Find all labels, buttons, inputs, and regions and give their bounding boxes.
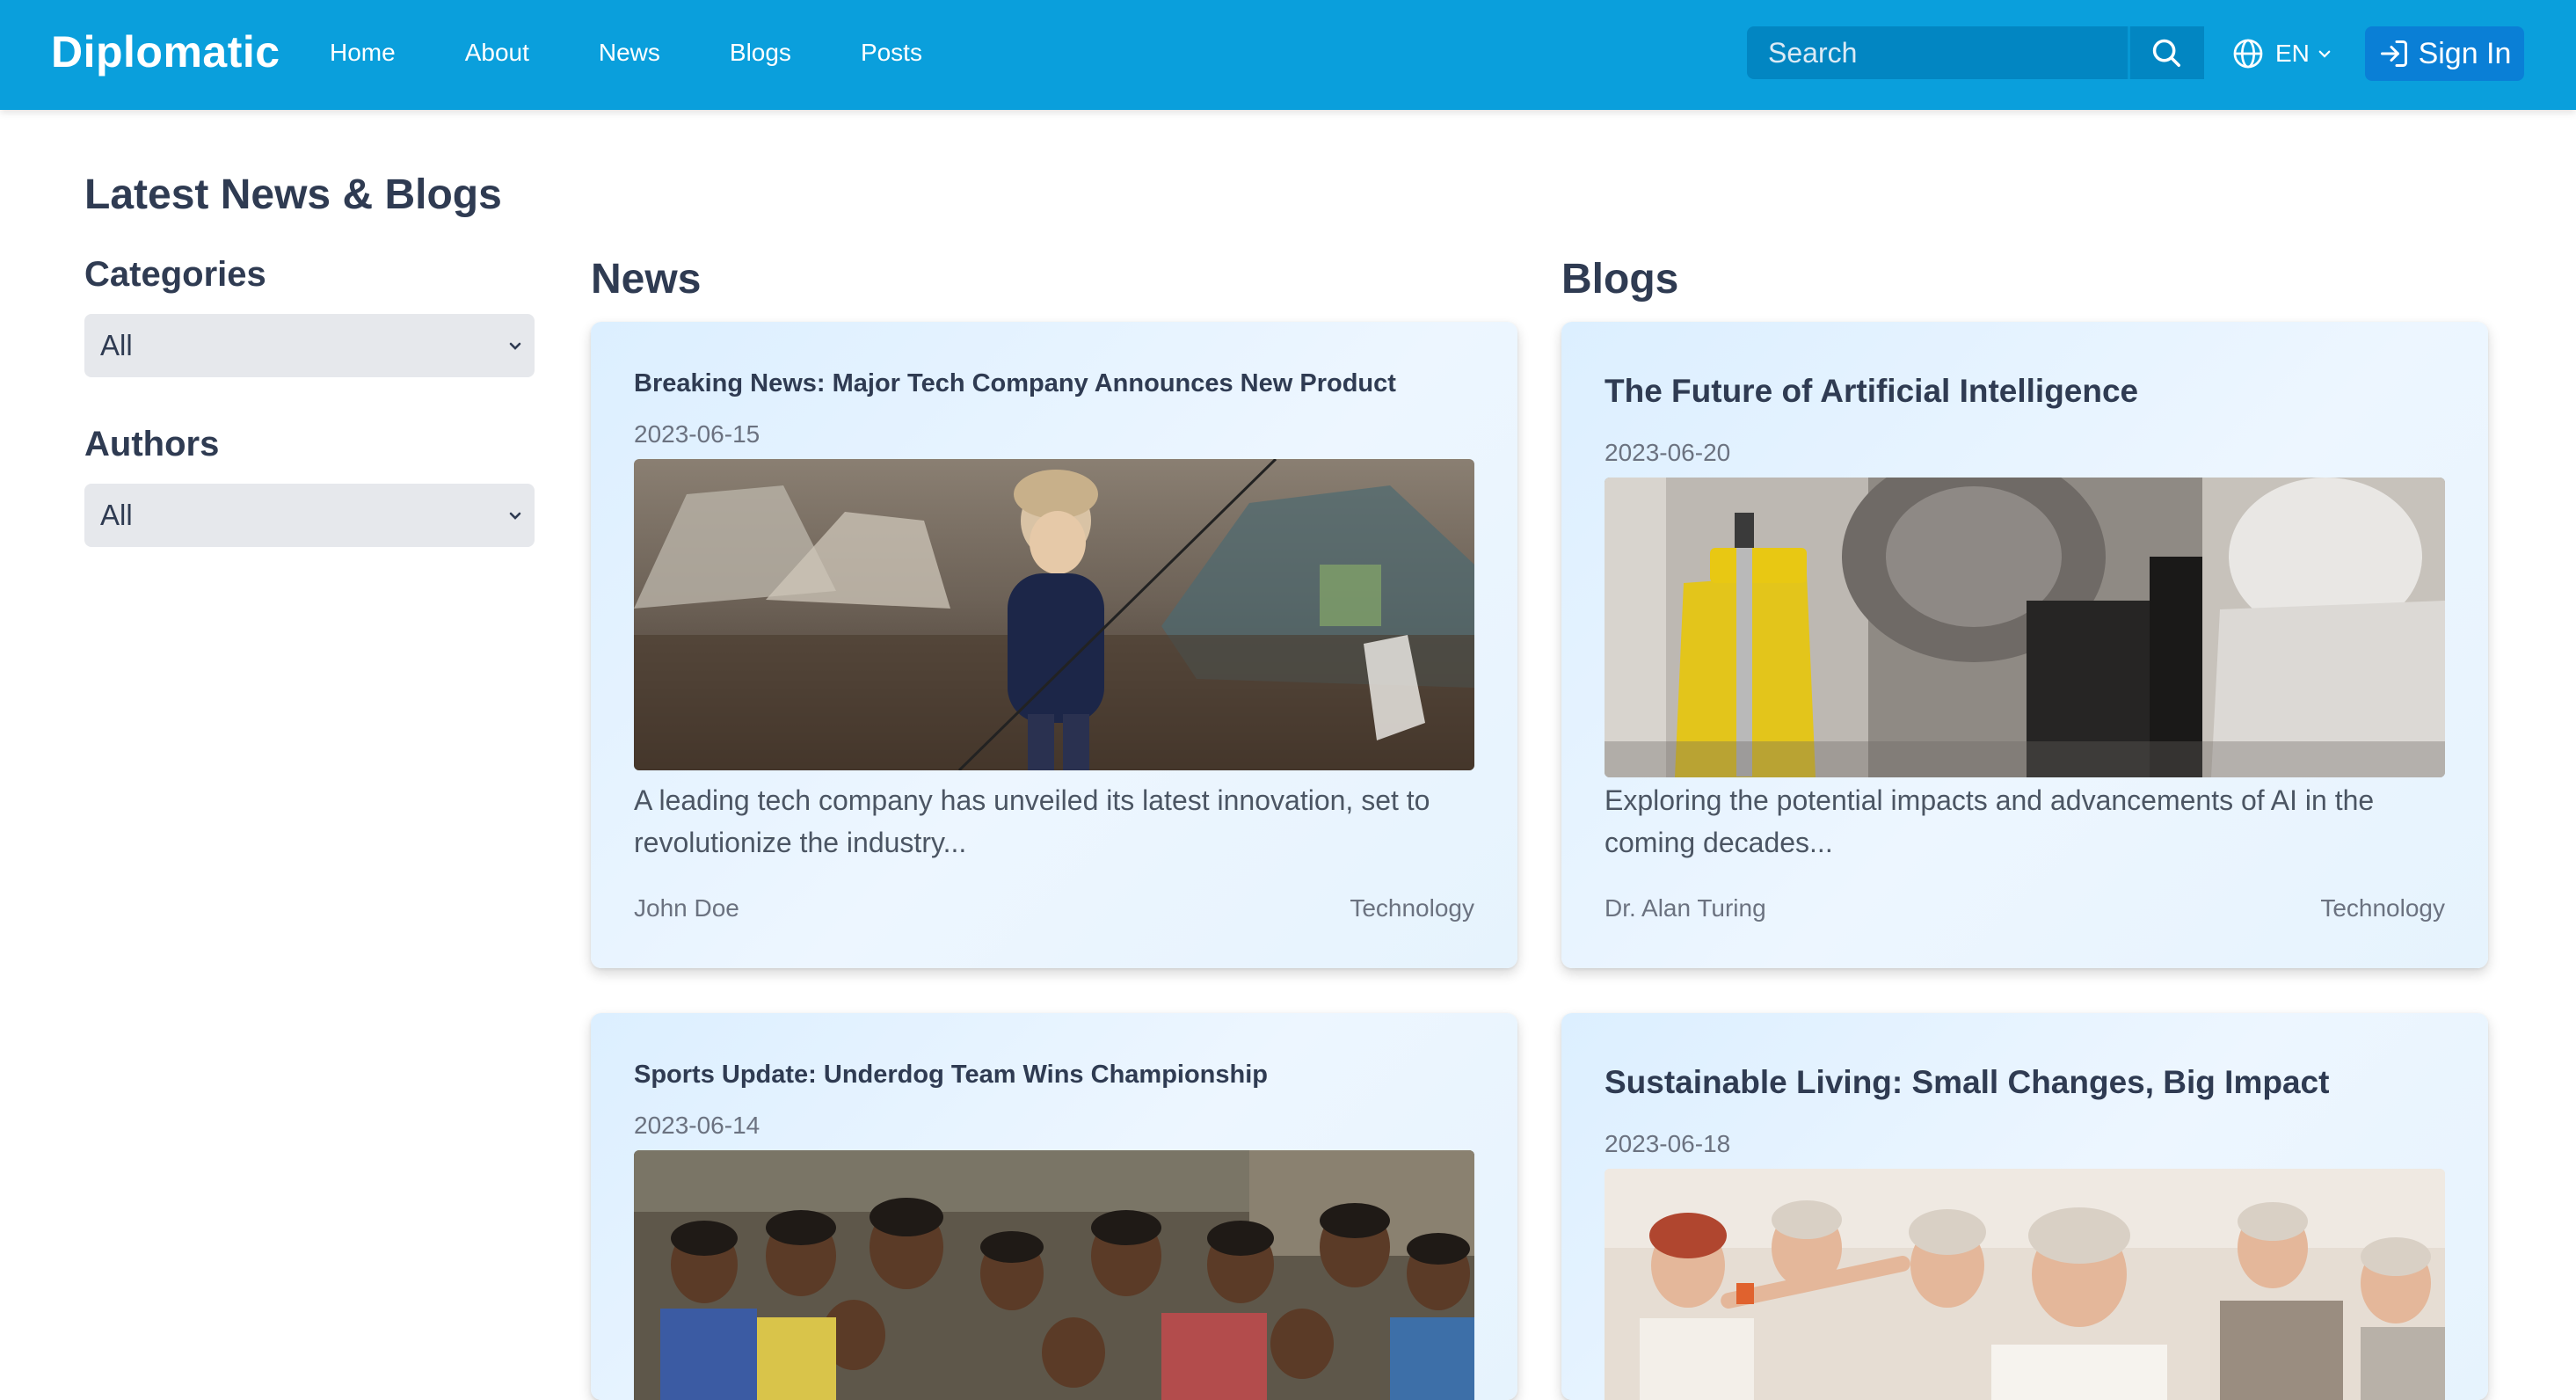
- chevron-down-icon: [509, 342, 521, 350]
- blog-card-title[interactable]: Sustainable Living: Small Changes, Big I…: [1605, 1064, 2329, 1101]
- authors-selected-value: All: [100, 499, 133, 531]
- main-nav: Home About News Blogs Posts: [330, 39, 992, 67]
- categories-heading: Categories: [84, 255, 266, 294]
- authors-heading: Authors: [84, 425, 220, 463]
- categories-select[interactable]: All: [84, 314, 535, 377]
- news-card-image: [634, 1150, 1474, 1400]
- chevron-down-icon: [509, 512, 521, 520]
- nav-about-link[interactable]: About: [465, 39, 529, 67]
- news-card-title[interactable]: Breaking News: Major Tech Company Announ…: [634, 369, 1396, 398]
- blog-card-date: 2023-06-18: [1605, 1130, 1731, 1157]
- news-card[interactable]: Sports Update: Underdog Team Wins Champi…: [591, 1013, 1517, 1400]
- authors-select[interactable]: All: [84, 484, 535, 547]
- sign-in-label: Sign In: [2418, 36, 2512, 70]
- blog-card-title[interactable]: The Future of Artificial Intelligence: [1605, 373, 2138, 410]
- top-navigation-bar: Diplomatic Home About News Blogs Posts E…: [0, 0, 2576, 110]
- blog-card-date: 2023-06-20: [1605, 439, 1731, 466]
- nav-blogs-link[interactable]: Blogs: [730, 39, 791, 67]
- news-card-category: Technology: [1350, 894, 1474, 922]
- news-card-excerpt: A leading tech company has unveiled its …: [634, 784, 1430, 858]
- search-icon: [2152, 39, 2180, 67]
- blog-card-author: Dr. Alan Turing: [1605, 894, 1766, 922]
- blog-card-category: Technology: [2320, 894, 2445, 922]
- language-selector[interactable]: EN: [2231, 33, 2332, 74]
- news-card-date: 2023-06-14: [634, 1112, 760, 1139]
- news-card-date: 2023-06-15: [634, 420, 760, 448]
- language-code: EN: [2275, 40, 2310, 67]
- news-card-image: [634, 459, 1474, 770]
- news-card-author: John Doe: [634, 894, 739, 922]
- blog-card-excerpt: Exploring the potential impacts and adva…: [1605, 784, 2375, 858]
- search-button[interactable]: [2128, 26, 2204, 79]
- page-title: Latest News & Blogs: [84, 171, 502, 218]
- news-card-title[interactable]: Sports Update: Underdog Team Wins Champi…: [634, 1061, 1268, 1090]
- chevron-down-icon: [2318, 50, 2331, 58]
- blog-card-image: [1605, 1169, 2445, 1400]
- news-card[interactable]: Breaking News: Major Tech Company Announ…: [591, 322, 1517, 968]
- blog-card[interactable]: The Future of Artificial Intelligence 20…: [1561, 322, 2488, 968]
- site-logo[interactable]: Diplomatic: [51, 26, 280, 77]
- sign-in-button[interactable]: Sign In: [2365, 26, 2524, 81]
- blog-card-image: [1605, 478, 2445, 777]
- nav-news-link[interactable]: News: [599, 39, 660, 67]
- categories-selected-value: All: [100, 329, 133, 361]
- blog-card[interactable]: Sustainable Living: Small Changes, Big I…: [1561, 1013, 2488, 1400]
- sign-in-icon: [2380, 40, 2407, 67]
- globe-icon: [2233, 39, 2263, 69]
- news-heading: News: [591, 256, 702, 303]
- nav-home-link[interactable]: Home: [330, 39, 396, 67]
- nav-posts-link[interactable]: Posts: [861, 39, 922, 67]
- blogs-heading: Blogs: [1561, 256, 1679, 303]
